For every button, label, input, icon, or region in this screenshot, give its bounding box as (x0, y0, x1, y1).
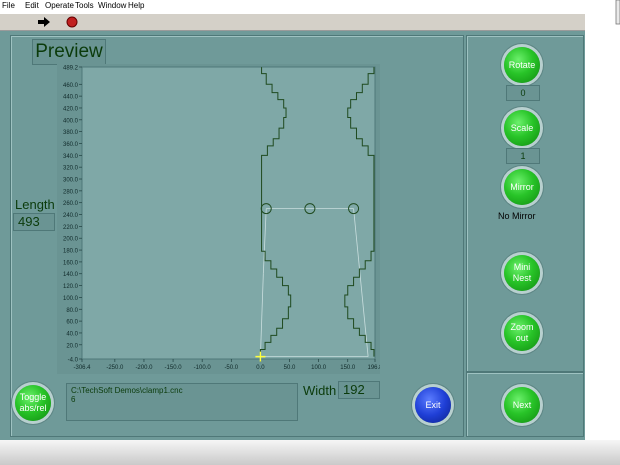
y-tick-label: 240.0 (63, 213, 79, 219)
background-window-edge (585, 0, 620, 440)
y-tick-label: 380.0 (63, 130, 79, 136)
x-tick-label: -150.0 (165, 365, 183, 371)
y-tick-label: 40.0 (66, 331, 78, 337)
menu-operate[interactable]: Operate (45, 1, 74, 10)
length-value: 493 (13, 213, 55, 231)
y-tick-label: 420.0 (63, 106, 79, 112)
menu-window[interactable]: Window (98, 1, 126, 10)
file-path-display: C:\TechSoft Demos\clamp1.cnc 6 (66, 383, 298, 421)
y-tick-label: 280.0 (63, 189, 79, 195)
y-tick-label: 180.0 (63, 249, 79, 255)
x-tick-label: -250.0 (106, 365, 124, 371)
x-tick-label: 50.0 (284, 365, 296, 371)
y-tick-label: 360.0 (63, 142, 79, 148)
x-tick-label: -50.0 (224, 365, 238, 371)
y-tick-label: 220.0 (63, 225, 79, 231)
exit-button[interactable]: Exit (415, 387, 451, 423)
x-tick-label: 196.8 (367, 365, 380, 371)
y-tick-label: 300.0 (63, 178, 79, 184)
scale-button[interactable]: Scale (504, 110, 540, 146)
run-arrow-icon[interactable] (37, 15, 51, 28)
length-label: Length (15, 197, 55, 212)
menu-help[interactable]: Help (128, 1, 144, 10)
mirror-button[interactable]: Mirror (504, 169, 540, 205)
y-tick-label: 60.0 (66, 320, 78, 326)
y-tick-label: 340.0 (63, 154, 79, 160)
rotate-value: 0 (506, 85, 540, 101)
labview-window: File Edit Operate Tools Window Help Prev… (0, 0, 585, 440)
stop-icon[interactable] (65, 15, 79, 28)
y-tick-label: -4.0 (68, 358, 79, 364)
x-tick-label: 100.0 (311, 365, 327, 371)
y-tick-label: 460.0 (63, 83, 79, 89)
toolbar (0, 14, 585, 31)
toggle-abs-rel-button[interactable]: Toggle abs/rel (15, 385, 51, 421)
menu-file[interactable]: File (2, 1, 15, 10)
y-tick-label: 400.0 (63, 118, 79, 124)
y-tick-label: 320.0 (63, 166, 79, 172)
y-tick-label: 80.0 (66, 308, 78, 314)
next-button[interactable]: Next (504, 387, 540, 423)
x-tick-label: 0.0 (256, 365, 265, 371)
menu-bar: File Edit Operate Tools Window Help (0, 0, 585, 14)
y-tick-label: 120.0 (63, 284, 79, 290)
y-tick-label: 489.2 (63, 66, 79, 72)
y-tick-label: 260.0 (63, 201, 79, 207)
y-tick-label: 140.0 (63, 272, 79, 278)
rotate-button[interactable]: Rotate (504, 47, 540, 83)
desktop-taskbar-area (0, 440, 620, 465)
mirror-status: No Mirror (498, 211, 536, 221)
x-tick-label: 150.0 (340, 365, 356, 371)
y-tick-label: 100.0 (63, 296, 79, 302)
width-value: 192 (338, 381, 380, 399)
x-tick-label: -100.0 (194, 365, 212, 371)
y-tick-label: 160.0 (63, 260, 79, 266)
mini-nest-button[interactable]: Mini Nest (504, 255, 540, 291)
file-path-index: 6 (71, 395, 76, 404)
file-path-line: C:\TechSoft Demos\clamp1.cnc (71, 386, 183, 395)
plot-area (81, 66, 376, 360)
y-tick-label: 200.0 (63, 237, 79, 243)
menu-tools[interactable]: Tools (75, 1, 94, 10)
x-tick-label: -200.0 (135, 365, 153, 371)
preview-title: Preview (32, 39, 106, 65)
preview-chart: -4.0 20.0 40.0 60.0 80.0 100.0 120.0 140.0 160.0… (63, 66, 383, 372)
menu-edit[interactable]: Edit (25, 1, 39, 10)
x-tick-label: -306.4 (73, 365, 91, 371)
zoom-out-button[interactable]: Zoom out (504, 315, 540, 351)
scale-value: 1 (506, 148, 540, 164)
y-tick-label: 20.0 (66, 343, 78, 349)
width-label: Width (303, 383, 337, 398)
y-tick-label: 440.0 (63, 95, 79, 101)
preview-plot: -4.0 20.0 40.0 60.0 80.0 100.0 120.0 140.0 160.0… (57, 64, 383, 374)
